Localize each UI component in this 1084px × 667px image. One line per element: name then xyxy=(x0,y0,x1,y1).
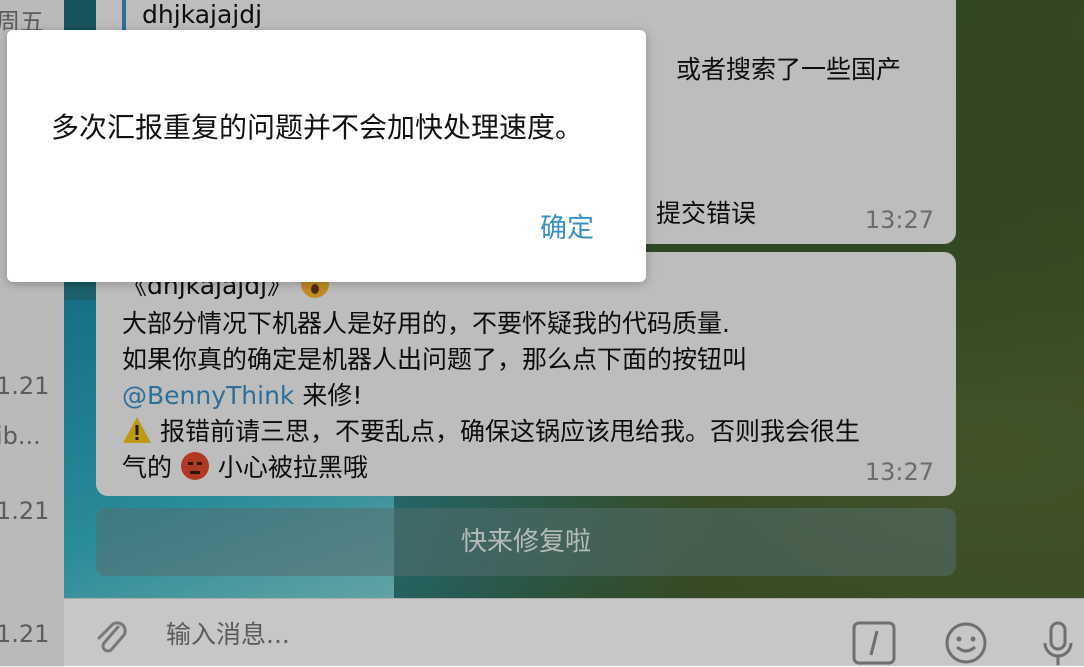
alert-dialog: 多次汇报重复的问题并不会加快处理速度。 确定 xyxy=(7,30,646,282)
dialog-message: 多次汇报重复的问题并不会加快处理速度。 xyxy=(51,111,584,144)
ok-button[interactable]: 确定 xyxy=(540,206,594,245)
